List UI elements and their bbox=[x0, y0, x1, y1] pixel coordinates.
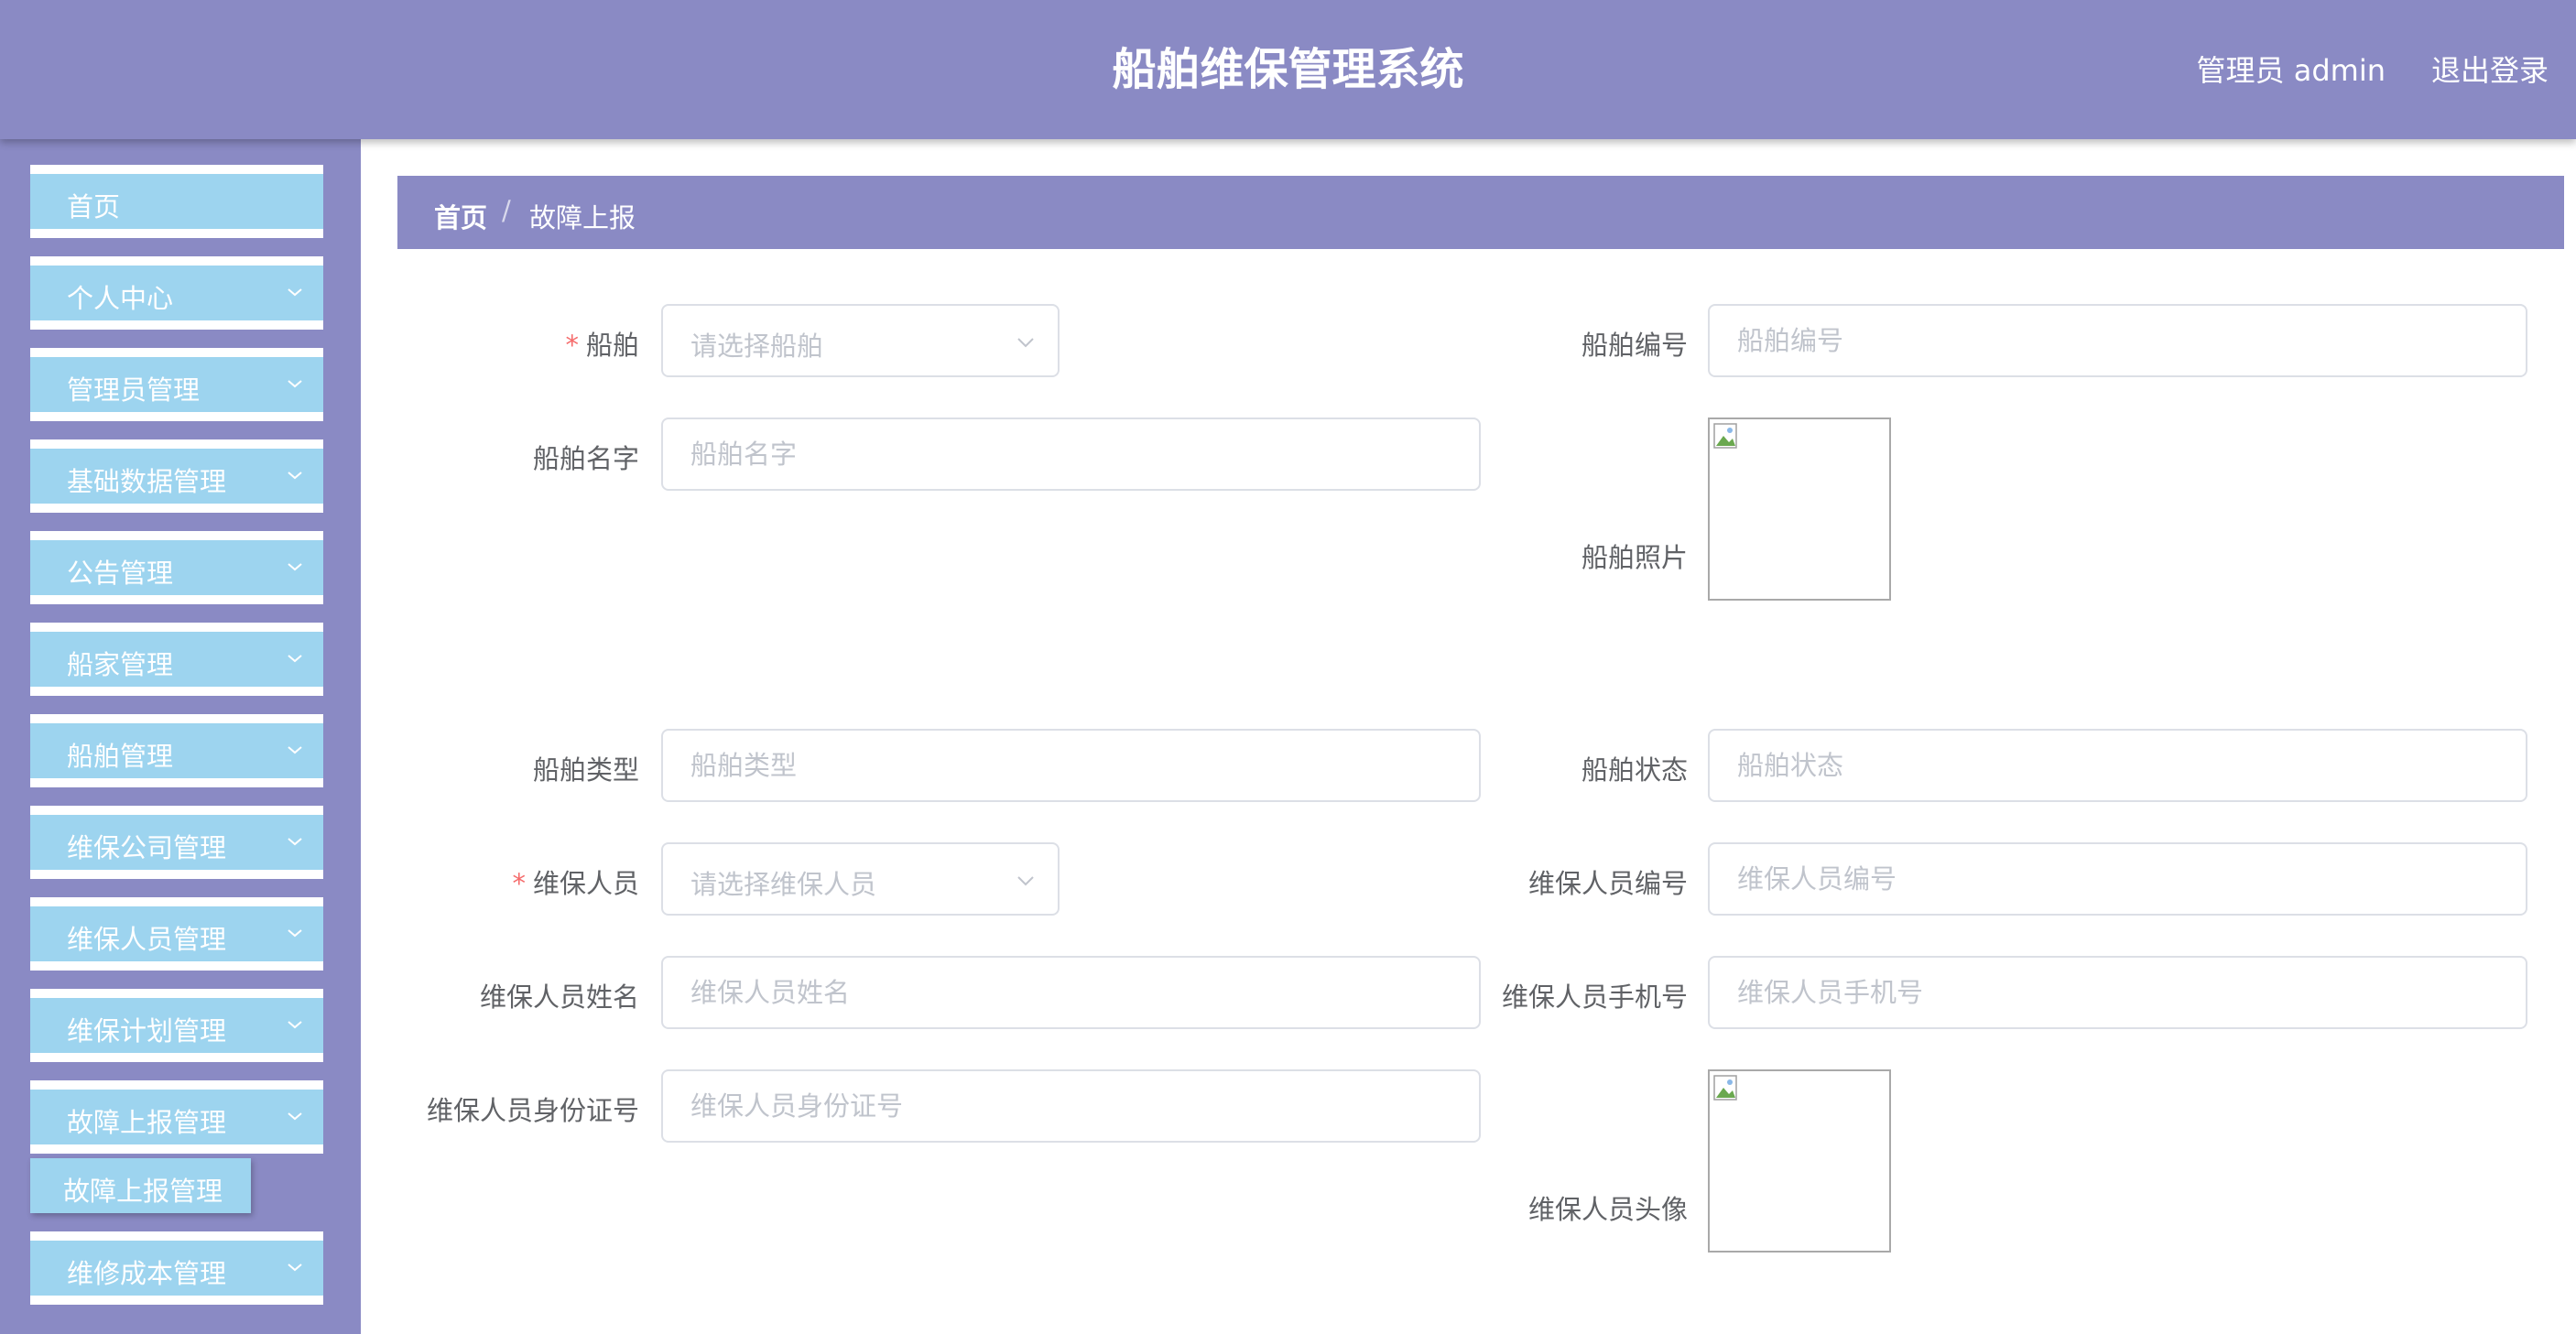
ship-type-input[interactable] bbox=[661, 729, 1481, 802]
ship-photo-label: 船舶照片 bbox=[1581, 542, 1688, 573]
ship-photo-image bbox=[1708, 418, 1891, 601]
staff-avatar-label: 维保人员头像 bbox=[1527, 1194, 1688, 1225]
sidebar-item-maint-staff[interactable]: 维保人员管理 bbox=[30, 897, 323, 971]
chevron-down-icon bbox=[288, 746, 302, 754]
sidebar-item-ship-owner[interactable]: 船家管理 bbox=[30, 623, 323, 696]
ship-label: * 船舶 bbox=[565, 330, 639, 361]
sidebar-item-label: 管理员管理 bbox=[67, 374, 201, 406]
chevron-down-icon bbox=[1017, 338, 1034, 348]
sidebar: 首页 个人中心 管理员管理 基础数据管理 公告管理 船家管理 船舶管理 维保公司… bbox=[0, 139, 361, 1334]
ship-name-input[interactable] bbox=[661, 418, 1481, 491]
staff-label: * 维保人员 bbox=[512, 868, 639, 899]
ship-status-label: 船舶状态 bbox=[1581, 754, 1688, 786]
ship-status-input[interactable] bbox=[1708, 729, 2527, 802]
logout-link[interactable]: 退出登录 bbox=[2431, 48, 2549, 90]
staff-id-label: 维保人员身份证号 bbox=[426, 1095, 639, 1126]
sidebar-item-repair-cost[interactable]: 维修成本管理 bbox=[30, 1231, 323, 1305]
sidebar-item-notice[interactable]: 公告管理 bbox=[30, 531, 323, 604]
broken-image-icon bbox=[1713, 1075, 1737, 1101]
sidebar-item-label: 公告管理 bbox=[67, 558, 174, 589]
app-title: 船舶维保管理系统 bbox=[1112, 44, 1464, 95]
required-mark: * bbox=[512, 868, 526, 899]
sidebar-item-label: 船家管理 bbox=[67, 649, 174, 680]
breadcrumb-home[interactable]: 首页 bbox=[434, 197, 487, 235]
current-user: 管理员 admin bbox=[2196, 53, 2386, 88]
staff-no-label: 维保人员编号 bbox=[1527, 868, 1688, 899]
sidebar-item-maint-company[interactable]: 维保公司管理 bbox=[30, 806, 323, 879]
sidebar-item-admin[interactable]: 管理员管理 bbox=[30, 348, 323, 421]
sidebar-item-label: 维保公司管理 bbox=[67, 832, 227, 863]
sidebar-item-label: 维修成本管理 bbox=[67, 1258, 227, 1289]
chevron-down-icon bbox=[288, 655, 302, 663]
chevron-down-icon bbox=[288, 380, 302, 388]
sidebar-item-maint-plan[interactable]: 维保计划管理 bbox=[30, 989, 323, 1062]
staff-id-input[interactable] bbox=[661, 1069, 1481, 1143]
sidebar-item-label: 基础数据管理 bbox=[67, 466, 227, 497]
sidebar-item-base-data[interactable]: 基础数据管理 bbox=[30, 439, 323, 513]
sidebar-item-label: 个人中心 bbox=[67, 283, 174, 314]
top-header: 船舶维保管理系统 管理员 admin 退出登录 bbox=[0, 0, 2576, 139]
chevron-down-icon bbox=[288, 838, 302, 846]
chevron-down-icon bbox=[288, 288, 302, 297]
submenu-item-fault-report[interactable]: 故障上报管理 bbox=[30, 1158, 251, 1213]
chevron-down-icon bbox=[288, 1021, 302, 1029]
required-mark: * bbox=[565, 330, 579, 361]
chevron-down-icon bbox=[288, 472, 302, 480]
ship-no-input[interactable] bbox=[1708, 304, 2527, 377]
staff-name-label: 维保人员姓名 bbox=[479, 982, 639, 1013]
breadcrumb-current: 故障上报 bbox=[529, 202, 636, 233]
sidebar-item-label: 故障上报管理 bbox=[67, 1107, 227, 1138]
breadcrumb-separator: / bbox=[502, 195, 511, 226]
staff-no-input[interactable] bbox=[1708, 842, 2527, 916]
staff-avatar-image bbox=[1708, 1069, 1891, 1253]
staff-select[interactable]: 请选择维保人员 bbox=[661, 842, 1060, 916]
broken-image-icon bbox=[1713, 423, 1737, 449]
staff-phone-label: 维保人员手机号 bbox=[1501, 982, 1688, 1013]
ship-type-label: 船舶类型 bbox=[532, 754, 639, 786]
ship-name-label: 船舶名字 bbox=[532, 443, 639, 474]
sidebar-item-personal-center[interactable]: 个人中心 bbox=[30, 256, 323, 330]
sidebar-item-label: 船舶管理 bbox=[67, 741, 174, 772]
chevron-down-icon bbox=[288, 1264, 302, 1272]
chevron-down-icon bbox=[288, 563, 302, 571]
chevron-down-icon bbox=[288, 1112, 302, 1121]
staff-select-placeholder: 请选择维保人员 bbox=[690, 869, 877, 900]
staff-name-input[interactable] bbox=[661, 956, 1481, 1029]
ship-select-placeholder: 请选择船舶 bbox=[690, 331, 824, 362]
sidebar-item-fault-report[interactable]: 故障上报管理 bbox=[30, 1080, 323, 1154]
sidebar-item-label: 首页 bbox=[67, 191, 121, 222]
breadcrumb: 首页 / 故障上报 bbox=[397, 176, 2564, 249]
sidebar-item-home[interactable]: 首页 bbox=[30, 165, 323, 238]
sidebar-item-label: 维保人员管理 bbox=[67, 924, 227, 955]
sidebar-item-ship[interactable]: 船舶管理 bbox=[30, 714, 323, 787]
ship-no-label: 船舶编号 bbox=[1581, 330, 1688, 361]
submenu-item-label: 故障上报管理 bbox=[63, 1176, 223, 1207]
ship-select[interactable]: 请选择船舶 bbox=[661, 304, 1060, 377]
chevron-down-icon bbox=[1017, 876, 1034, 886]
chevron-down-icon bbox=[288, 929, 302, 938]
staff-phone-input[interactable] bbox=[1708, 956, 2527, 1029]
sidebar-item-label: 维保计划管理 bbox=[67, 1015, 227, 1047]
